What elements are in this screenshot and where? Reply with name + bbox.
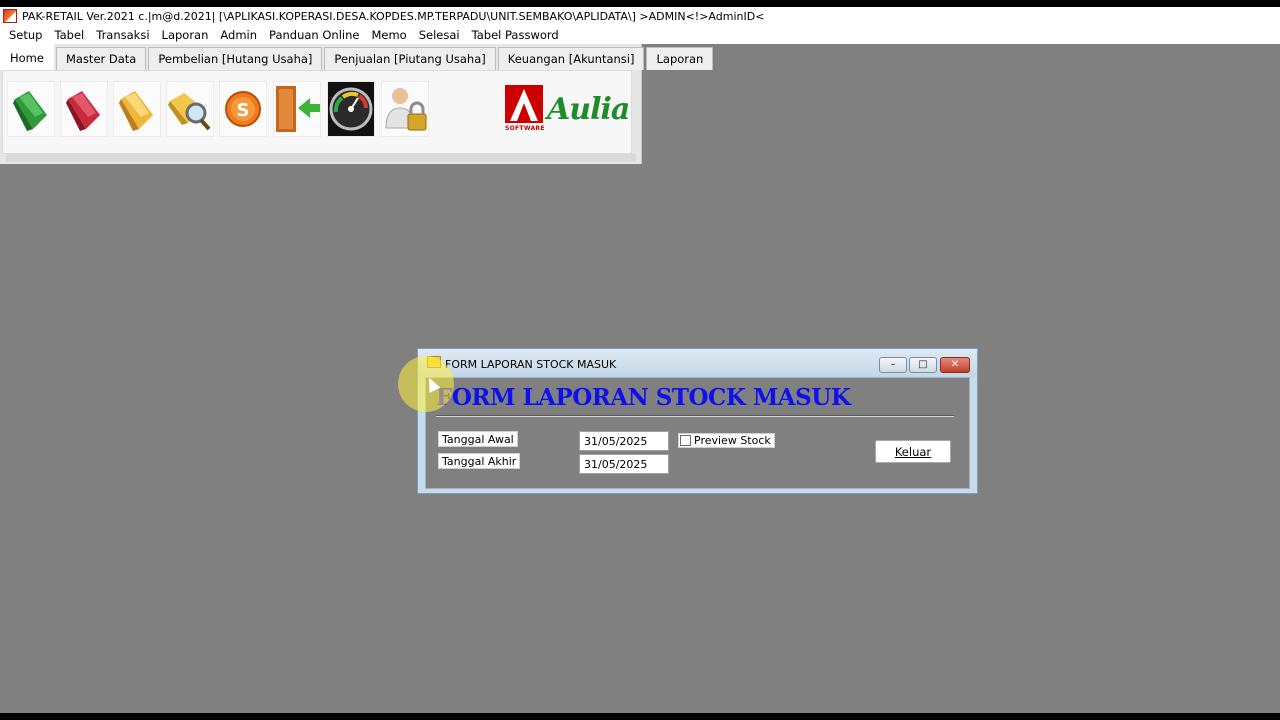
minimize-icon: – — [890, 359, 896, 370]
heading-divider — [436, 415, 954, 417]
green-folder-button[interactable] — [7, 81, 55, 137]
dialog-titlebar[interactable]: FORM LAPORAN STOCK MASUK – □ ✕ — [418, 349, 977, 377]
dialog-body: FORM LAPORAN STOCK MASUK Tanggal Awal Pr… — [425, 377, 970, 489]
tanggal-awal-label: Tanggal Awal — [438, 431, 518, 447]
folder-search-button[interactable] — [166, 81, 214, 137]
red-folder-button[interactable] — [60, 81, 108, 137]
tab-laporan[interactable]: Laporan — [646, 47, 714, 70]
close-button[interactable]: ✕ — [940, 357, 970, 373]
menu-admin[interactable]: Admin — [214, 28, 263, 42]
menu-panduan-online[interactable]: Panduan Online — [263, 28, 365, 42]
tanggal-akhir-label: Tanggal Akhir — [438, 453, 521, 469]
app-titlebar: PAK-RETAIL Ver.2021 c.|m@d.2021| [\APLIK… — [0, 7, 1280, 25]
tab-pembelian[interactable]: Pembelian [Hutang Usaha] — [148, 47, 323, 70]
ribbon-panel-home: S SOFTWARE Aulia — [2, 70, 632, 154]
red-folder-icon — [66, 91, 100, 131]
maximize-button[interactable]: □ — [909, 357, 937, 373]
tanggal-akhir-input[interactable] — [579, 454, 669, 474]
maximize-icon: □ — [918, 359, 928, 370]
menu-setup[interactable]: Setup — [3, 28, 48, 42]
user-lock-icon — [385, 88, 427, 131]
yellow-folder-button[interactable] — [113, 81, 161, 137]
tab-master-data[interactable]: Master Data — [55, 47, 147, 70]
speedometer-icon — [329, 87, 373, 131]
yellow-folder-icon — [119, 91, 153, 131]
bottom-letterbox — [0, 713, 1280, 720]
top-letterbox — [0, 0, 1280, 7]
dialog-title: FORM LAPORAN STOCK MASUK — [445, 358, 617, 371]
tanggal-awal-input[interactable] — [579, 431, 669, 451]
keluar-button[interactable]: Keluar — [875, 440, 951, 463]
logo-aulia-text: Aulia — [547, 91, 630, 127]
coin-s-button[interactable]: S — [219, 81, 267, 137]
app-icon — [3, 9, 17, 23]
menu-laporan[interactable]: Laporan — [156, 28, 215, 42]
logo-software-text: SOFTWARE — [505, 125, 545, 132]
ribbon-tabs: Home Master Data Pembelian [Hutang Usaha… — [0, 44, 715, 70]
ribbon: Home Master Data Pembelian [Hutang Usaha… — [0, 44, 714, 164]
app-title: PAK-RETAIL Ver.2021 c.|m@d.2021| [\APLIK… — [22, 9, 765, 23]
menu-selesai[interactable]: Selesai — [413, 28, 466, 42]
folder-search-icon — [168, 93, 211, 131]
logo-a-icon — [505, 85, 543, 123]
form-heading: FORM LAPORAN STOCK MASUK — [436, 384, 851, 411]
tab-penjualan[interactable]: Penjualan [Piutang Usaha] — [324, 47, 496, 70]
menu-tabel-password[interactable]: Tabel Password — [466, 28, 565, 42]
menu-tabel[interactable]: Tabel — [48, 28, 90, 42]
form-laporan-stock-masuk-dialog: FORM LAPORAN STOCK MASUK – □ ✕ FORM LAPO… — [417, 348, 978, 494]
preview-stock-checkbox[interactable] — [680, 435, 691, 446]
svg-text:S: S — [237, 100, 250, 121]
user-lock-button[interactable] — [381, 81, 429, 137]
ribbon-shadow — [6, 154, 636, 162]
minimize-button[interactable]: – — [879, 357, 907, 373]
tab-keuangan[interactable]: Keuangan [Akuntansi] — [497, 47, 645, 70]
tab-home[interactable]: Home — [0, 44, 54, 70]
exit-button[interactable] — [273, 81, 321, 137]
speedometer-button[interactable] — [327, 81, 375, 137]
coin-s-icon: S — [225, 91, 261, 127]
menu-memo[interactable]: Memo — [365, 28, 412, 42]
close-icon: ✕ — [950, 359, 960, 370]
preview-stock-checkbox-wrap[interactable]: Preview Stock — [678, 433, 775, 448]
menu-transaksi[interactable]: Transaksi — [90, 28, 155, 42]
aulia-software-logo: SOFTWARE Aulia — [505, 81, 630, 137]
menubar: Setup Tabel Transaksi Laporan Admin Pand… — [0, 25, 1280, 44]
adobe-style-logo-mark: SOFTWARE — [505, 85, 545, 133]
dialog-folder-icon — [427, 356, 441, 368]
preview-stock-label: Preview Stock — [694, 434, 771, 447]
exit-door-icon — [276, 86, 320, 132]
green-folder-icon — [13, 91, 47, 131]
